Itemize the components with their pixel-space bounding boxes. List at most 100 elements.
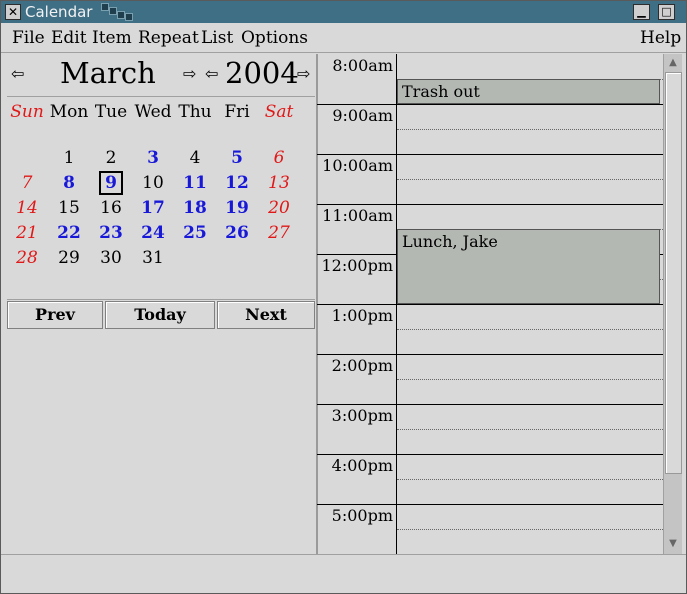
calendar-day[interactable]: 21 — [5, 222, 49, 244]
calendar-day[interactable]: 15 — [47, 197, 91, 219]
day-schedule[interactable]: 8:00am 9:00am 10:00am 11:00am 12:00pm 1:00pm 2… — [317, 54, 663, 554]
hour-divider — [317, 104, 663, 105]
window-title: Calendar — [25, 3, 93, 21]
prev-year-arrow-icon[interactable]: ⇦ — [205, 64, 218, 84]
status-bar — [1, 554, 686, 593]
hour-label: 12:00pm — [321, 256, 393, 275]
calendar-day-label: 19 — [225, 198, 249, 218]
calendar-day[interactable]: 6 — [257, 147, 301, 169]
title-bar[interactable]: ✕ Calendar ▁ □ — [1, 1, 686, 23]
scroll-up-icon[interactable]: ▲ — [665, 55, 681, 71]
menu-options[interactable]: Options — [241, 28, 308, 48]
appointment-text: Trash out — [402, 82, 480, 101]
calendar-day[interactable]: 25 — [173, 222, 217, 244]
appointment-block[interactable]: Trash out — [397, 79, 660, 104]
calendar-day[interactable]: 7 — [5, 172, 49, 194]
calendar-day[interactable]: 17 — [131, 197, 175, 219]
calendar-day[interactable]: 30 — [89, 247, 133, 269]
minimize-button[interactable]: ▁ — [633, 4, 650, 20]
calendar-window: ✕ Calendar ▁ □ File Edit Item Repeat Lis… — [0, 0, 687, 594]
calendar-day[interactable]: 24 — [131, 222, 175, 244]
hour-divider — [317, 354, 663, 355]
next-month-arrow-icon[interactable]: ⇨ — [183, 64, 196, 84]
calendar-day[interactable]: 23 — [89, 222, 133, 244]
weekday-header: Sun — [10, 102, 44, 122]
hour-divider — [317, 454, 663, 455]
calendar-day[interactable]: 5 — [215, 147, 259, 169]
calendar-day-label: 9 — [99, 171, 123, 195]
calendar-day[interactable]: 16 — [89, 197, 133, 219]
calendar-day[interactable]: 28 — [5, 247, 49, 269]
calendar-day-label: 2 — [105, 148, 117, 168]
calendar-day[interactable]: 27 — [257, 222, 301, 244]
next-button[interactable]: Next — [217, 301, 315, 329]
scroll-down-icon[interactable]: ▼ — [665, 536, 681, 552]
prev-month-arrow-icon[interactable]: ⇦ — [11, 64, 24, 84]
scroll-thumb[interactable] — [665, 72, 682, 474]
calendar-day[interactable]: 8 — [47, 172, 91, 194]
hour-label: 11:00am — [322, 206, 393, 225]
calendar-day[interactable]: 14 — [5, 197, 49, 219]
hour-divider — [317, 304, 663, 305]
calendar-day-label: 5 — [231, 148, 243, 168]
calendar-day[interactable]: 22 — [47, 222, 91, 244]
calendar-day[interactable]: 20 — [257, 197, 301, 219]
calendar-day-label: 24 — [141, 223, 165, 243]
calendar-day[interactable]: 4 — [173, 147, 217, 169]
half-hour-divider — [397, 429, 663, 430]
next-year-arrow-icon[interactable]: ⇨ — [297, 64, 310, 84]
calendar-day[interactable]: 12 — [215, 172, 259, 194]
calendar-day[interactable]: 26 — [215, 222, 259, 244]
appointment-block[interactable]: Lunch, Jake — [397, 229, 660, 304]
menu-repeat[interactable]: Repeat — [138, 28, 199, 48]
calendar-day-label: 4 — [189, 148, 201, 168]
calendar-day[interactable]: 3 — [131, 147, 175, 169]
hour-label: 9:00am — [332, 106, 393, 125]
weekday-header: Wed — [134, 102, 172, 122]
calendar-day[interactable]: 13 — [257, 172, 301, 194]
half-hour-divider — [397, 179, 663, 180]
calendar-day[interactable]: 2 — [89, 147, 133, 169]
calendar-day-label: 8 — [63, 173, 75, 193]
close-icon[interactable]: ✕ — [5, 4, 21, 20]
schedule-scrollbar[interactable]: ▲ ▼ — [663, 54, 682, 554]
calendar-day-label: 11 — [183, 173, 207, 193]
today-button[interactable]: Today — [105, 301, 215, 329]
menu-edit[interactable]: Edit — [51, 28, 87, 48]
calendar-day[interactable]: 18 — [173, 197, 217, 219]
menu-file[interactable]: File — [12, 28, 45, 48]
calendar-day[interactable]: 9 — [89, 171, 133, 195]
calendar-day-label: 15 — [58, 198, 80, 218]
title-grip-icon — [101, 3, 141, 21]
hour-label: 1:00pm — [331, 306, 393, 325]
calendar-day-label: 1 — [63, 148, 75, 168]
menu-list[interactable]: List — [201, 28, 233, 48]
calendar-day-label: 23 — [99, 223, 123, 243]
hour-divider — [317, 204, 663, 205]
calendar-day[interactable]: 1 — [47, 147, 91, 169]
calendar-day[interactable]: 31 — [131, 247, 175, 269]
hour-label: 3:00pm — [331, 406, 393, 425]
calendar-day-label: 20 — [268, 198, 290, 218]
maximize-button[interactable]: □ — [658, 4, 675, 20]
calendar-day[interactable]: 19 — [215, 197, 259, 219]
calendar-day-label: 31 — [142, 248, 164, 268]
half-hour-divider — [397, 329, 663, 330]
calendar-day-label: 6 — [273, 148, 285, 168]
day-grid: Sun Mon Tue Wed Thu Fri Sat 1 2 3 4 5 6 7 8 9 10 11 12 13 14… — [7, 96, 315, 277]
menu-item[interactable]: Item — [92, 28, 132, 48]
calendar-day-label: 29 — [58, 248, 80, 268]
mini-calendar: ⇦ March ⇨ ⇦ 2004 ⇨ Sun Mon Tue Wed Thu Fri Sat… — [7, 56, 315, 296]
weekday-header: Thu — [178, 102, 212, 122]
calendar-day[interactable]: 29 — [47, 247, 91, 269]
menu-help[interactable]: Help — [640, 28, 681, 48]
calendar-day[interactable]: 11 — [173, 172, 217, 194]
hour-divider — [317, 404, 663, 405]
prev-button[interactable]: Prev — [7, 301, 103, 329]
hour-divider — [317, 154, 663, 155]
calendar-day-label: 10 — [142, 173, 164, 193]
calendar-day-label: 7 — [21, 173, 33, 193]
calendar-day-label: 14 — [16, 198, 38, 218]
calendar-day[interactable]: 10 — [131, 172, 175, 194]
hour-label: 10:00am — [322, 156, 393, 175]
